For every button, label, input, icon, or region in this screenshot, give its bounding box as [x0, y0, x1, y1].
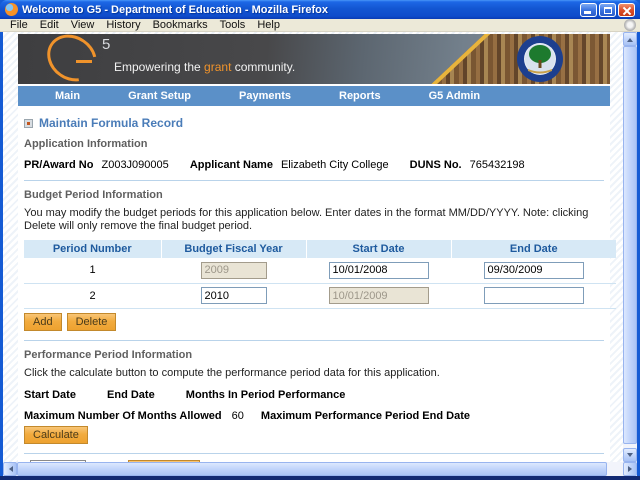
- performance-labels-row: Start Date End Date Months In Period Per…: [24, 389, 604, 401]
- menu-tools[interactable]: Tools: [214, 19, 252, 31]
- horizontal-scrollbar[interactable]: [3, 462, 637, 476]
- nav-reports[interactable]: Reports: [339, 90, 381, 102]
- budget-period-table: Period Number Budget Fiscal Year Start D…: [24, 240, 616, 309]
- g5-logo: [38, 34, 106, 84]
- delete-button[interactable]: Delete: [66, 312, 117, 331]
- throbber-icon: [624, 19, 636, 31]
- minimize-button[interactable]: [580, 2, 597, 17]
- budget-period-heading: Budget Period Information: [24, 189, 163, 201]
- nav-g5-admin[interactable]: G5 Admin: [429, 90, 481, 102]
- table-row: 2: [24, 283, 616, 309]
- window-bottom-border: [0, 476, 640, 480]
- main-nav: Main Grant Setup Payments Reports G5 Adm…: [18, 86, 610, 106]
- duns-value: 765432198: [469, 159, 525, 171]
- applicant-name-value: Elizabeth City College: [280, 159, 389, 171]
- record-icon: [24, 118, 33, 128]
- restore-icon: [604, 6, 612, 14]
- vertical-scroll-thumb[interactable]: [623, 46, 637, 444]
- arrow-up-icon: [627, 35, 633, 42]
- g5-banner: 5 Empowering the grant community.: [18, 34, 610, 84]
- nav-payments[interactable]: Payments: [239, 90, 291, 102]
- end-date-input-1[interactable]: [483, 261, 584, 279]
- menu-bar: File Edit View History Bookmarks Tools H…: [0, 19, 640, 32]
- department-of-education-seal: [517, 36, 563, 82]
- col-end-date: End Date: [450, 240, 616, 258]
- max-end-date-label: Maximum Performance Period End Date: [260, 409, 470, 422]
- arrow-down-icon: [627, 452, 633, 460]
- browser-window: Welcome to G5 - Department of Education …: [0, 0, 640, 480]
- firefox-icon: [5, 3, 18, 16]
- col-start-date: Start Date: [305, 240, 451, 258]
- restore-button[interactable]: [599, 2, 616, 17]
- section-divider: [24, 339, 604, 341]
- menu-edit[interactable]: Edit: [34, 19, 65, 31]
- performance-period-description: Click the calculate button to compute th…: [24, 366, 440, 379]
- minimize-icon: [584, 10, 591, 14]
- calculate-button[interactable]: Calculate: [24, 425, 88, 444]
- max-months-label: Maximum Number Of Months Allowed: [24, 409, 222, 422]
- window-title: Welcome to G5 - Department of Education …: [22, 3, 328, 16]
- arrow-left-icon: [6, 466, 13, 472]
- menu-help[interactable]: Help: [251, 19, 286, 31]
- perf-start-date-label: Start Date: [24, 388, 76, 401]
- table-row: 1: [24, 258, 616, 284]
- col-period-number: Period Number: [24, 240, 161, 258]
- budget-period-description: You may modify the budget periods for th…: [24, 207, 589, 232]
- nav-grant-setup[interactable]: Grant Setup: [128, 90, 191, 102]
- g5-logo-five: 5: [102, 36, 111, 53]
- arrow-right-icon: [627, 466, 635, 472]
- page-viewport: 5 Empowering the grant community. Main G…: [3, 32, 623, 462]
- start-date-input-2: [328, 287, 429, 304]
- scroll-left-button[interactable]: [3, 462, 17, 476]
- pr-award-value: Z003J090005: [101, 159, 169, 171]
- application-info-heading: Application Information: [24, 138, 148, 150]
- applicant-name-label: Applicant Name: [189, 159, 273, 171]
- period-number-2: 2: [24, 283, 161, 309]
- max-months-row: Maximum Number Of Months Allowed 60 Maxim…: [24, 410, 604, 422]
- pr-award-label: PR/Award No: [24, 159, 94, 171]
- max-months-value: 60: [231, 409, 244, 422]
- fiscal-year-input-1: [200, 261, 267, 279]
- close-button[interactable]: [618, 2, 635, 17]
- scroll-down-button[interactable]: [623, 448, 637, 462]
- vertical-scrollbar[interactable]: [623, 32, 637, 462]
- page-title: Maintain Formula Record: [39, 116, 184, 130]
- horizontal-scroll-thumb[interactable]: [17, 462, 607, 476]
- scroll-right-button[interactable]: [623, 462, 637, 476]
- title-bar: Welcome to G5 - Department of Education …: [0, 0, 640, 19]
- performance-period-heading: Performance Period Information: [24, 348, 193, 361]
- banner-tagline: Empowering the grant community.: [114, 60, 296, 74]
- fiscal-year-input-2[interactable]: [200, 287, 267, 304]
- bookshelf-image: [431, 34, 610, 84]
- application-info-row: PR/Award No Z003J090005 Applicant Name Eli…: [24, 159, 604, 171]
- period-number-1: 1: [24, 258, 161, 284]
- duns-label: DUNS No.: [409, 159, 462, 171]
- table-header-row: Period Number Budget Fiscal Year Start D…: [24, 240, 616, 258]
- col-budget-fiscal-year: Budget Fiscal Year: [160, 240, 306, 258]
- menu-file[interactable]: File: [4, 19, 34, 31]
- section-divider: [24, 452, 604, 454]
- page: 5 Empowering the grant community. Main G…: [18, 34, 616, 462]
- menu-bookmarks[interactable]: Bookmarks: [147, 19, 214, 31]
- section-divider: [24, 180, 604, 181]
- end-date-input-2[interactable]: [483, 287, 584, 304]
- scroll-up-button[interactable]: [623, 32, 637, 46]
- menu-view[interactable]: View: [65, 19, 101, 31]
- add-button[interactable]: Add: [24, 312, 62, 331]
- start-date-input-1[interactable]: [328, 261, 429, 279]
- menu-history[interactable]: History: [100, 19, 146, 31]
- perf-months-label: Months In Period Performance: [185, 388, 346, 401]
- nav-main[interactable]: Main: [55, 90, 80, 102]
- perf-end-date-label: End Date: [107, 388, 155, 401]
